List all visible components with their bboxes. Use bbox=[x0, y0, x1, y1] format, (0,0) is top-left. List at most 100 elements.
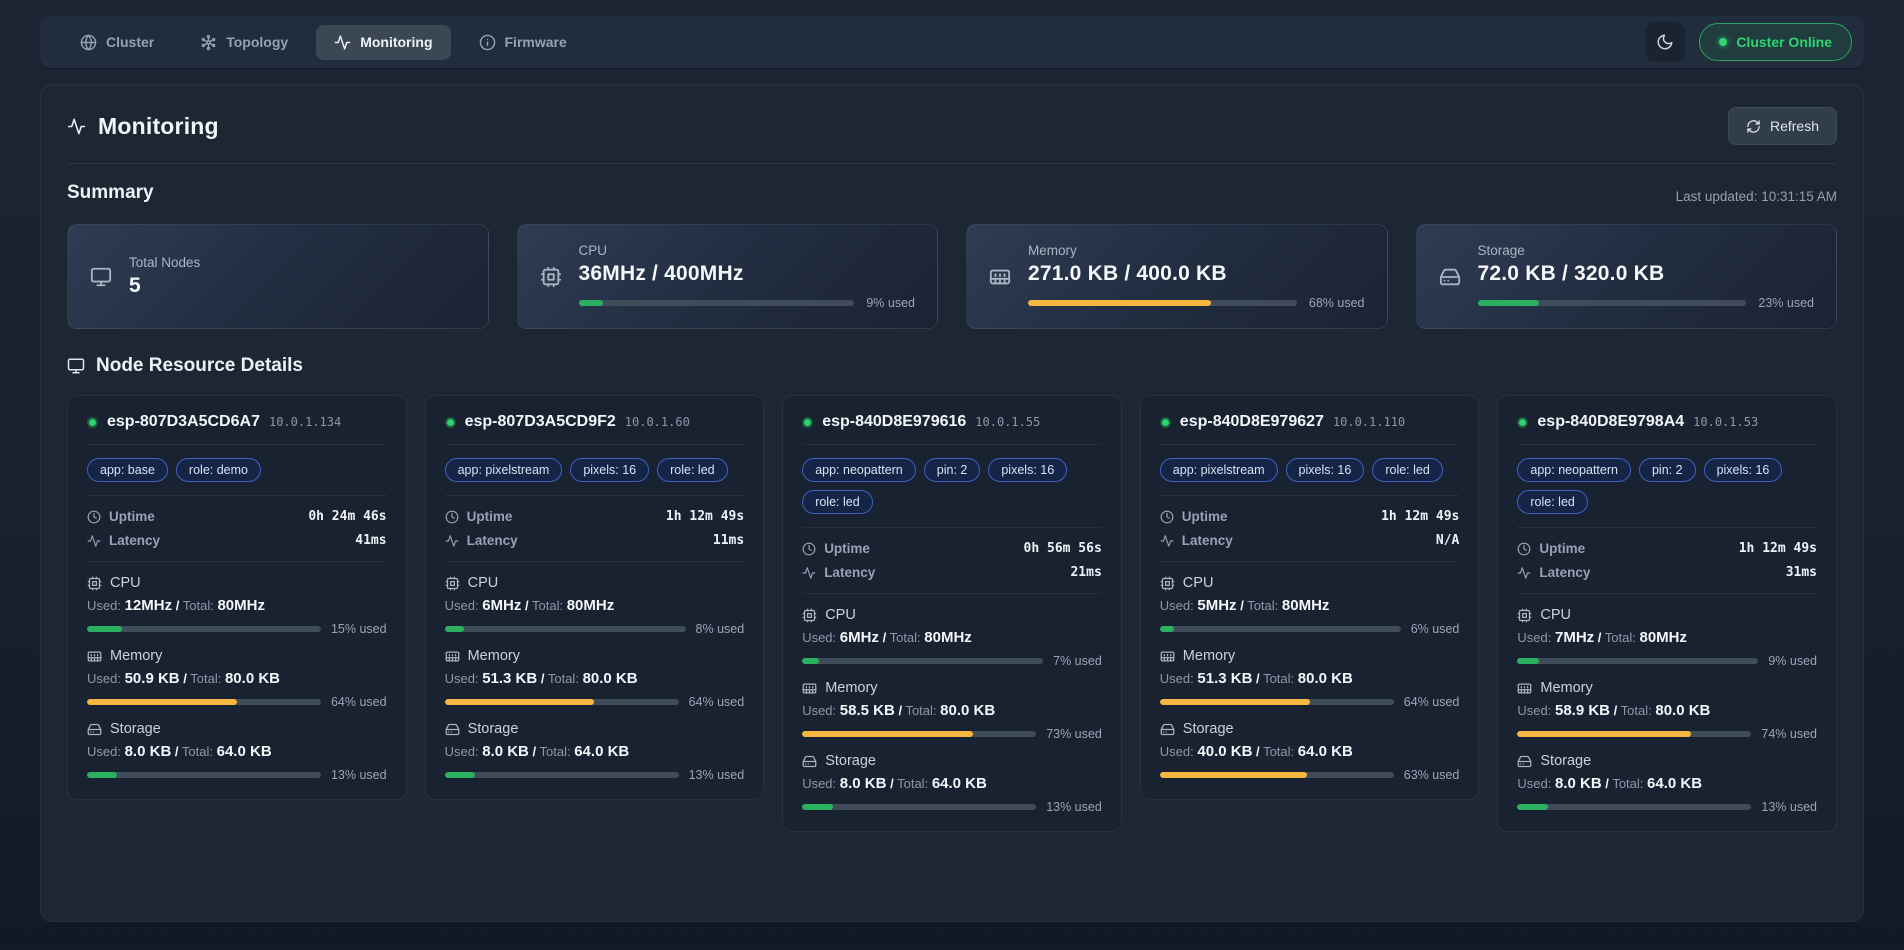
metric-storage: Storage Used: 40.0 KB / Total: 64.0 KB 6… bbox=[1160, 721, 1460, 782]
storage-icon bbox=[445, 722, 460, 737]
node-tag: app: pixelstream bbox=[445, 458, 563, 482]
node-tag: role: led bbox=[1372, 458, 1442, 482]
metric-memory: Memory Used: 51.3 KB / Total: 80.0 KB 64… bbox=[445, 648, 745, 709]
usage-bar: 9% used bbox=[579, 296, 916, 310]
node-ip: 10.0.1.60 bbox=[625, 415, 690, 429]
usage-percent-label: 9% used bbox=[866, 296, 915, 310]
usage-percent-label: 15% used bbox=[331, 622, 387, 636]
uptime-value: 1h 12m 49s bbox=[666, 509, 744, 524]
uptime-value: 1h 12m 49s bbox=[1739, 541, 1817, 556]
refresh-button[interactable]: Refresh bbox=[1728, 107, 1837, 145]
metric-storage: Storage Used: 8.0 KB / Total: 64.0 KB 13… bbox=[802, 753, 1102, 814]
metric-used-value: 6MHz bbox=[840, 629, 879, 646]
usage-bar-fill bbox=[1517, 731, 1690, 737]
node-tag: role: led bbox=[802, 490, 872, 514]
metric-label: Memory bbox=[468, 648, 520, 664]
metric-label: Memory bbox=[1183, 648, 1235, 664]
tab-firmware[interactable]: Firmware bbox=[461, 25, 585, 60]
metric-memory: Memory Used: 50.9 KB / Total: 80.0 KB 64… bbox=[87, 648, 387, 709]
usage-percent-label: 7% used bbox=[1053, 654, 1102, 668]
node-tag: role: led bbox=[1517, 490, 1587, 514]
usage-percent-label: 23% used bbox=[1758, 296, 1814, 310]
summary-card-label: CPU bbox=[579, 243, 916, 258]
usage-bar-fill bbox=[1160, 626, 1174, 632]
tab-monitoring[interactable]: Monitoring bbox=[316, 25, 450, 60]
metric-used-value: 51.3 KB bbox=[482, 670, 537, 687]
node-tags: app: pixelstreampixels: 16role: led bbox=[445, 458, 745, 482]
usage-bar-fill bbox=[445, 626, 464, 632]
activity-icon bbox=[1517, 566, 1531, 580]
metric-used-value: 8.0 KB bbox=[840, 775, 887, 792]
latency-row: Latency 31ms bbox=[1517, 565, 1817, 580]
usage-bar: 13% used bbox=[1517, 800, 1817, 814]
usage-percent-label: 9% used bbox=[1768, 654, 1817, 668]
node-tag: role: demo bbox=[176, 458, 261, 482]
node-name: esp-840D8E979627 bbox=[1180, 413, 1324, 431]
activity-icon bbox=[1160, 534, 1174, 548]
node-tag: pin: 2 bbox=[924, 458, 981, 482]
node-tags: app: pixelstreampixels: 16role: led bbox=[1160, 458, 1460, 482]
nav-right: Cluster Online bbox=[1645, 22, 1852, 62]
header-divider bbox=[67, 163, 1837, 164]
tab-cluster[interactable]: Cluster bbox=[62, 25, 172, 60]
storage-icon bbox=[1160, 722, 1175, 737]
uptime-value: 1h 12m 49s bbox=[1381, 509, 1459, 524]
node-ip: 10.0.1.53 bbox=[1693, 415, 1758, 429]
summary-card-cpu: CPU 36MHz / 400MHz 9% used bbox=[517, 224, 939, 329]
summary-card-value: 36MHz / 400MHz bbox=[579, 262, 916, 286]
cpu-icon bbox=[540, 266, 562, 288]
node-tag: pin: 2 bbox=[1639, 458, 1696, 482]
cpu-icon bbox=[1517, 608, 1532, 623]
usage-bar-fill bbox=[1028, 300, 1211, 306]
cluster-status-label: Cluster Online bbox=[1736, 34, 1832, 50]
latency-value: 21ms bbox=[1070, 565, 1101, 580]
theme-toggle-button[interactable] bbox=[1645, 22, 1685, 62]
metric-usage-text: Used: 58.9 KB / Total: 80.0 KB bbox=[1517, 702, 1817, 719]
metric-used-value: 8.0 KB bbox=[125, 743, 172, 760]
node-online-dot-icon bbox=[1517, 417, 1528, 428]
metric-label: Storage bbox=[1540, 753, 1591, 769]
metric-used-value: 12MHz bbox=[125, 597, 173, 614]
summary-card-storage: Storage 72.0 KB / 320.0 KB 23% used bbox=[1416, 224, 1838, 329]
node-metrics: CPU Used: 7MHz / Total: 80MHz 9% used Me… bbox=[1517, 607, 1817, 814]
panel-title-wrap: Monitoring bbox=[67, 113, 219, 140]
latency-value: N/A bbox=[1436, 533, 1459, 548]
page-title: Monitoring bbox=[98, 113, 219, 140]
usage-bar: 64% used bbox=[1160, 695, 1460, 709]
node-card-esp-840D8E979616: esp-840D8E979616 10.0.1.55 app: neopatte… bbox=[782, 395, 1122, 832]
activity-icon bbox=[67, 117, 86, 136]
tab-topology[interactable]: Topology bbox=[182, 25, 306, 60]
summary-card-value: 5 bbox=[129, 274, 466, 298]
storage-icon bbox=[802, 754, 817, 769]
usage-percent-label: 74% used bbox=[1761, 727, 1817, 741]
usage-percent-label: 13% used bbox=[1761, 800, 1817, 814]
latency-label: Latency bbox=[467, 533, 518, 548]
metric-total-value: 80.0 KB bbox=[583, 670, 638, 687]
metric-used-value: 8.0 KB bbox=[482, 743, 529, 760]
memory-icon bbox=[1160, 649, 1175, 664]
metric-cpu: CPU Used: 12MHz / Total: 80MHz 15% used bbox=[87, 575, 387, 636]
metric-usage-text: Used: 6MHz / Total: 80MHz bbox=[445, 597, 745, 614]
metric-total-value: 80.0 KB bbox=[940, 702, 995, 719]
node-tag: app: neopattern bbox=[802, 458, 916, 482]
summary-card-label: Total Nodes bbox=[129, 255, 466, 270]
metric-usage-text: Used: 5MHz / Total: 80MHz bbox=[1160, 597, 1460, 614]
clock-icon bbox=[802, 542, 816, 556]
clock-icon bbox=[1517, 542, 1531, 556]
metric-total-value: 64.0 KB bbox=[932, 775, 987, 792]
latency-row: Latency 41ms bbox=[87, 533, 387, 548]
clock-icon bbox=[1160, 510, 1174, 524]
metric-total-value: 64.0 KB bbox=[1647, 775, 1702, 792]
usage-bar: 74% used bbox=[1517, 727, 1817, 741]
metric-storage: Storage Used: 8.0 KB / Total: 64.0 KB 13… bbox=[445, 721, 745, 782]
usage-bar-fill bbox=[87, 772, 117, 778]
usage-bar: 9% used bbox=[1517, 654, 1817, 668]
uptime-row: Uptime 0h 24m 46s bbox=[87, 509, 387, 524]
node-ip: 10.0.1.55 bbox=[975, 415, 1040, 429]
nodes-heading: Node Resource Details bbox=[96, 355, 303, 377]
activity-icon bbox=[445, 534, 459, 548]
metric-storage: Storage Used: 8.0 KB / Total: 64.0 KB 13… bbox=[87, 721, 387, 782]
cpu-icon bbox=[1160, 576, 1175, 591]
node-tag: role: led bbox=[657, 458, 727, 482]
usage-percent-label: 64% used bbox=[689, 695, 745, 709]
